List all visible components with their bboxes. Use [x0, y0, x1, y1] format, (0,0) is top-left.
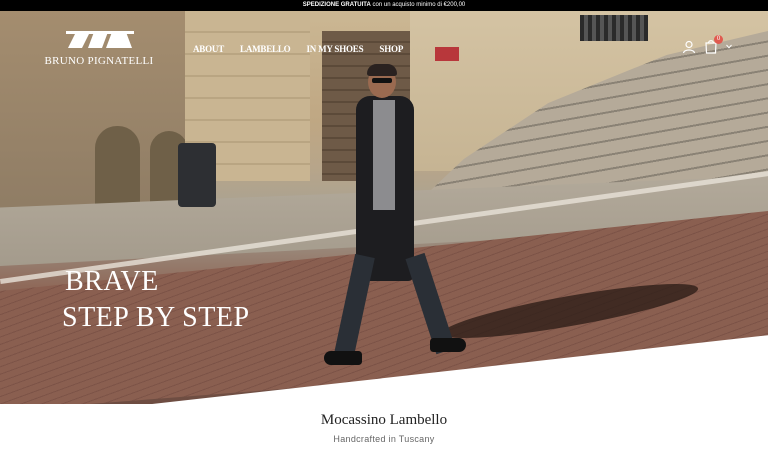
- model-shoe: [324, 351, 362, 365]
- announcement-text: con un acquisto minimo di €200,00: [370, 2, 466, 8]
- brand-name: BRUNO PIGNATELLI: [44, 55, 154, 67]
- hero-headline: BRAVE STEP BY STEP: [62, 264, 250, 336]
- user-icon[interactable]: [682, 40, 696, 54]
- main-nav: ABOUT LAMBELLO IN MY SHOES SHOP: [193, 44, 403, 54]
- announcement-bold: SPEDIZIONE GRATUITA: [302, 2, 371, 8]
- hero-headline-line1: BRAVE: [65, 266, 159, 297]
- hero-headline-line2: STEP BY STEP: [62, 302, 250, 333]
- nav-item-lambello[interactable]: LAMBELLO: [240, 44, 291, 54]
- nav-item-about[interactable]: ABOUT: [193, 44, 224, 54]
- brand-logo[interactable]: BRUNO PIGNATELLI: [40, 29, 158, 71]
- cart-button[interactable]: 0: [704, 35, 723, 54]
- model-leg: [334, 253, 375, 356]
- model-shoe: [430, 338, 466, 352]
- header-icons: 0: [682, 35, 732, 54]
- product-intro: Mocassino Lambello Handcrafted in Tuscan…: [0, 412, 768, 444]
- site-header: BRUNO PIGNATELLI ABOUT LAMBELLO IN MY SH…: [0, 11, 768, 81]
- cart-count-badge: 0: [714, 35, 723, 44]
- product-subtitle: Handcrafted in Tuscany: [333, 434, 435, 444]
- hero-model: [324, 64, 470, 376]
- product-title: Mocassino Lambello: [320, 412, 448, 428]
- announcement-bar: SPEDIZIONE GRATUITA con un acquisto mini…: [0, 0, 768, 11]
- nav-item-in-my-shoes[interactable]: IN MY SHOES: [306, 44, 363, 54]
- nav-item-shop[interactable]: SHOP: [379, 44, 403, 54]
- model-shirt: [373, 100, 395, 210]
- hero-trash-bin: [178, 143, 216, 207]
- chevron-down-icon[interactable]: [726, 44, 732, 49]
- brand-monogram-icon: [66, 31, 134, 48]
